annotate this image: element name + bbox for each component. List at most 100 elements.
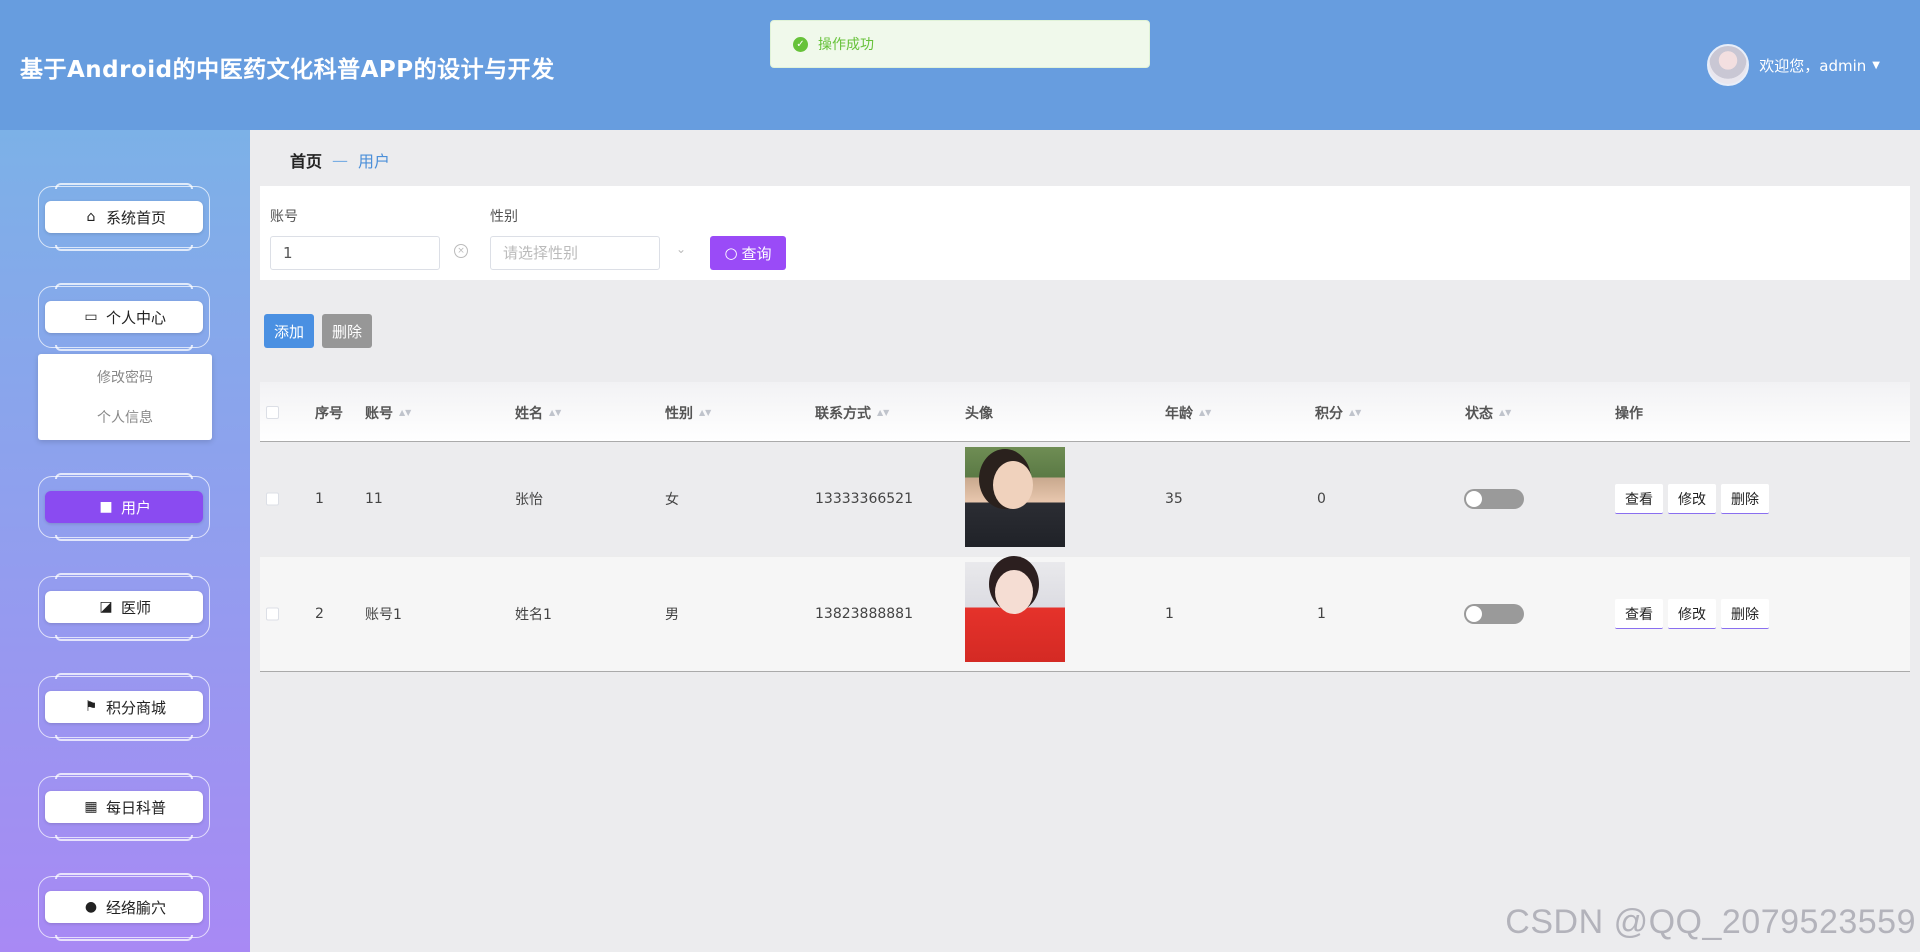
users-table: 序号 账号 ▲▼ 姓名 ▲▼ 性别 ▲▼ 联系方式 ▲▼ 头像 年龄 ▲▼ 积分 ▲▼ 状态… — [260, 382, 1910, 672]
header-points[interactable]: 积分 ▲▼ — [1315, 403, 1361, 423]
table-header: 序号 账号 ▲▼ 姓名 ▲▼ 性别 ▲▼ 联系方式 ▲▼ 头像 年龄 ▲▼ 积分 ▲▼ 状态… — [260, 382, 1910, 442]
view-button[interactable]: 查看 — [1615, 484, 1663, 514]
header-account[interactable]: 账号 ▲▼ — [365, 403, 411, 423]
sidebar-item-home[interactable]: ⌂ 系统首页 — [45, 201, 203, 233]
query-button-label: 查询 — [741, 244, 772, 263]
submenu-item-change-password[interactable]: 修改密码 — [38, 358, 212, 398]
header-age[interactable]: 年龄 ▲▼ — [1165, 403, 1211, 423]
edit-button[interactable]: 修改 — [1668, 484, 1716, 514]
sidebar-item-label: 每日科普 — [105, 798, 166, 817]
search-icon: ○ — [724, 244, 738, 262]
sidebar-item-mall-frame: ⚑ 积分商城 — [38, 673, 210, 741]
delete-button[interactable]: 删除 — [322, 314, 372, 348]
app-title: 基于Android的中医药文化科普APP的设计与开发 — [20, 57, 555, 83]
gender-select[interactable]: 请选择性别 — [490, 236, 660, 270]
sidebar-item-users[interactable]: ■ 用户 — [45, 491, 203, 523]
toast-message: 操作成功 — [818, 37, 874, 53]
chart-icon: ◪ — [99, 599, 113, 615]
sidebar-item-meridian-frame: ● 经络腧穴 — [38, 873, 210, 941]
cell-points: 1 — [1317, 606, 1326, 622]
breadcrumb-home[interactable]: 首页 — [290, 148, 322, 172]
status-toggle[interactable] — [1464, 604, 1524, 624]
query-button[interactable]: ○ 查询 — [710, 236, 786, 270]
sidebar-item-points-mall[interactable]: ⚑ 积分商城 — [45, 691, 203, 723]
cell-gender: 女 — [665, 492, 679, 508]
edit-button[interactable]: 修改 — [1668, 599, 1716, 629]
sidebar-item-label: 经络腧穴 — [105, 898, 166, 917]
select-all-checkbox[interactable] — [266, 406, 279, 419]
header-index: 序号 — [315, 406, 343, 422]
watermark: CSDN @QQ_2079523559 — [1505, 903, 1916, 941]
header-phone[interactable]: 联系方式 ▲▼ — [815, 403, 889, 423]
breadcrumb-separator: — — [332, 150, 349, 170]
sort-icon: ▲▼ — [1199, 408, 1212, 417]
row-checkbox[interactable] — [266, 492, 279, 506]
sort-icon: ▲▼ — [1499, 408, 1512, 417]
cell-points: 0 — [1317, 491, 1326, 507]
sidebar-item-label: 个人中心 — [105, 308, 166, 327]
cell-name: 张怡 — [515, 492, 543, 508]
sidebar-item-label: 系统首页 — [105, 208, 166, 227]
chevron-down-icon: ⌄ — [676, 242, 687, 256]
sidebar-item-daily-science[interactable]: ▦ 每日科普 — [45, 791, 203, 823]
submenu-item-personal-info[interactable]: 个人信息 — [38, 398, 212, 438]
cell-gender: 男 — [665, 607, 679, 623]
sidebar-item-doctors[interactable]: ◪ 医师 — [45, 591, 203, 623]
sidebar-item-personal-frame: ▭ 个人中心 — [38, 283, 210, 351]
sort-icon: ▲▼ — [399, 408, 412, 417]
breadcrumb: 首页 — 用户 — [290, 148, 390, 172]
sidebar-item-home-frame: ⌂ 系统首页 — [38, 183, 210, 251]
briefcase-icon: ■ — [99, 499, 113, 515]
breadcrumb-current: 用户 — [358, 152, 391, 171]
flag-icon: ⚑ — [84, 699, 98, 715]
table-row: 2 账号1 姓名1 男 13823888881 1 1 查看 修改 删除 — [260, 557, 1910, 672]
header-name[interactable]: 姓名 ▲▼ — [515, 403, 561, 423]
user-menu[interactable]: 欢迎您，admin ▼ — [1707, 44, 1880, 86]
add-button[interactable]: 添加 — [264, 314, 314, 348]
personal-center-submenu: 修改密码 个人信息 — [38, 354, 212, 440]
sidebar-item-personal-center[interactable]: ▭ 个人中心 — [45, 301, 203, 333]
cell-index: 2 — [315, 606, 324, 622]
sidebar-item-meridian-points[interactable]: ● 经络腧穴 — [45, 891, 203, 923]
account-input[interactable]: 1 — [270, 236, 440, 270]
cell-age: 35 — [1165, 491, 1183, 507]
sidebar-item-daily-frame: ▦ 每日科普 — [38, 773, 210, 841]
check-circle-icon: ✓ — [793, 36, 808, 52]
header-ops: 操作 — [1615, 406, 1643, 422]
sidebar-item-label: 用户 — [120, 498, 151, 517]
sidebar: ⌂ 系统首页 ▭ 个人中心 修改密码 个人信息 ■ 用户 ◪ 医师 ⚑ 积分商城… — [0, 130, 250, 952]
cell-account: 账号1 — [365, 607, 402, 623]
sidebar-item-users-frame: ■ 用户 — [38, 473, 210, 541]
cell-age: 1 — [1165, 606, 1174, 622]
header-gender[interactable]: 性别 ▲▼ — [665, 403, 711, 423]
status-toggle[interactable] — [1464, 489, 1524, 509]
avatar-image[interactable] — [965, 447, 1065, 547]
sort-icon: ▲▼ — [877, 408, 890, 417]
success-toast: ✓ 操作成功 — [770, 20, 1150, 68]
sort-icon: ▲▼ — [699, 408, 712, 417]
user-icon: ● — [84, 899, 98, 915]
header-status[interactable]: 状态 ▲▼ — [1465, 403, 1511, 423]
sort-icon: ▲▼ — [1349, 408, 1362, 417]
row-delete-button[interactable]: 删除 — [1721, 599, 1769, 629]
clear-icon[interactable]: × — [454, 244, 468, 258]
cell-name: 姓名1 — [515, 607, 552, 623]
account-label: 账号 — [270, 209, 298, 225]
home-icon: ⌂ — [86, 209, 96, 225]
user-avatar — [1707, 44, 1750, 86]
row-delete-button[interactable]: 删除 — [1721, 484, 1769, 514]
table-row: 1 11 张怡 女 13333366521 35 0 查看 修改 删除 — [260, 442, 1910, 557]
view-button[interactable]: 查看 — [1615, 599, 1663, 629]
sidebar-item-doctors-frame: ◪ 医师 — [38, 573, 210, 641]
gender-label: 性别 — [490, 209, 518, 225]
cell-index: 1 — [315, 491, 324, 507]
wallet-icon: ▭ — [84, 309, 98, 325]
sidebar-item-label: 医师 — [120, 598, 151, 617]
cell-phone: 13823888881 — [815, 606, 913, 622]
header-avatar: 头像 — [965, 406, 993, 422]
cell-phone: 13333366521 — [815, 491, 913, 507]
avatar-image[interactable] — [965, 562, 1065, 662]
row-checkbox[interactable] — [266, 607, 279, 621]
grid-icon: ▦ — [84, 799, 98, 815]
welcome-text: 欢迎您，admin — [1759, 56, 1867, 75]
